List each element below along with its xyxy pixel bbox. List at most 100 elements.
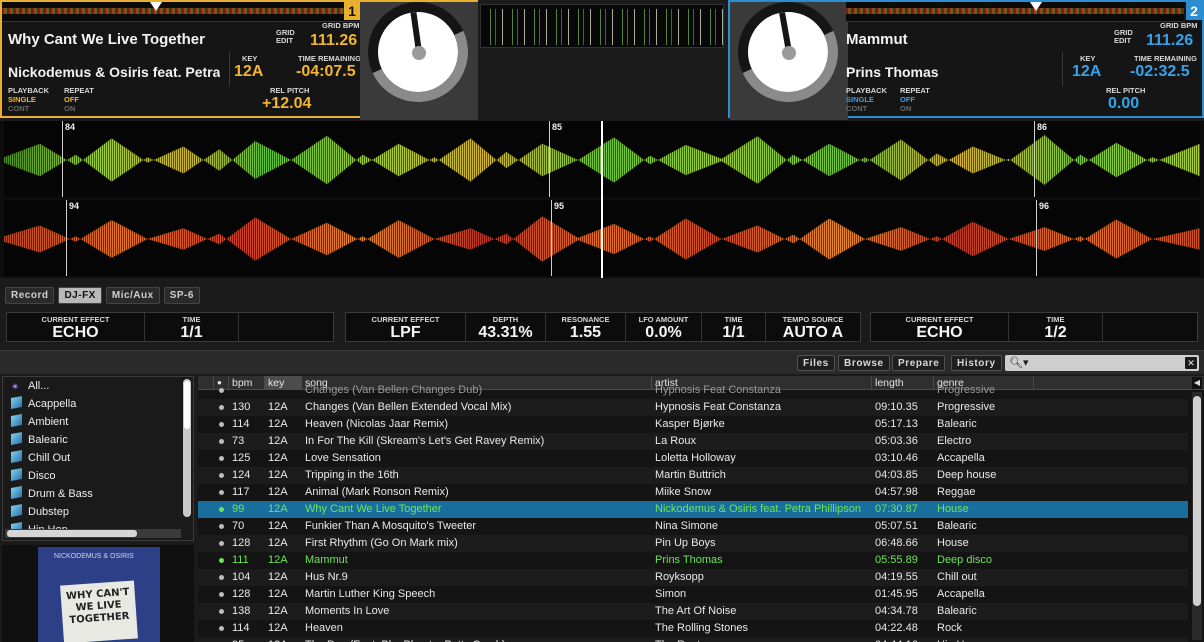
crate-icon xyxy=(11,486,22,499)
scroll-thumb[interactable] xyxy=(7,530,137,537)
crate-item[interactable]: Balearic xyxy=(3,431,193,449)
table-row[interactable]: 128 12A Martin Luther King Speech Simon 01:4… xyxy=(198,586,1188,603)
deck-left-platter[interactable] xyxy=(353,0,483,120)
tab-mic-aux[interactable]: Mic/Aux xyxy=(105,287,160,304)
repeat-on[interactable]: ON xyxy=(64,105,75,113)
cell-key: 12A xyxy=(268,469,288,481)
table-row[interactable]: 70 12A Funkier Than A Mosquito's Tweeter Ni… xyxy=(198,518,1188,535)
cell-length: 05:07.51 xyxy=(875,520,918,532)
playhead-marker-icon[interactable] xyxy=(150,2,162,11)
beat-line xyxy=(1034,121,1035,197)
crates-scrollbar[interactable] xyxy=(183,379,191,517)
repeat-off[interactable]: OFF xyxy=(900,96,915,104)
deck-right-platter[interactable] xyxy=(723,0,853,120)
crate-icon xyxy=(11,396,22,409)
cell-length: 04:34.78 xyxy=(875,605,918,617)
playback-label: PLAYBACK xyxy=(846,86,887,95)
playback-cont[interactable]: CONT xyxy=(8,105,29,113)
crate-label: Drum & Bass xyxy=(28,488,93,500)
playback-single[interactable]: SINGLE xyxy=(846,96,874,104)
crate-item[interactable]: Dubstep xyxy=(3,503,193,521)
playback-single[interactable]: SINGLE xyxy=(8,96,36,104)
crate-item[interactable]: Ambient xyxy=(3,413,193,431)
cell-song: First Rhythm (Go On Mark mix) xyxy=(305,537,458,549)
table-row[interactable]: 128 12A First Rhythm (Go On Mark mix) Pin U… xyxy=(198,535,1188,552)
scroll-thumb[interactable] xyxy=(1193,396,1201,606)
rel-pitch-label: REL PITCH xyxy=(270,86,310,95)
divider xyxy=(1062,52,1063,86)
crates-hscrollbar[interactable] xyxy=(5,529,181,538)
table-row[interactable]: 73 12A In For The Kill (Skream's Let's Get… xyxy=(198,433,1188,450)
table-row[interactable]: 111 12A Mammut Prins Thomas 05:55.89 Deep dis… xyxy=(198,552,1188,569)
tab-record[interactable]: Record xyxy=(5,287,55,304)
fx-time-knob[interactable]: TIME 1/2 xyxy=(1009,313,1103,341)
crate-item[interactable]: Chill Out xyxy=(3,449,193,467)
table-row-partial[interactable]: Changes (Van Bellen Changes Dub) Hypnosis… xyxy=(198,382,1188,399)
table-scrollbar[interactable] xyxy=(1192,392,1202,640)
beat-label: 84 xyxy=(65,122,76,132)
cell-length: 04:03.85 xyxy=(875,469,918,481)
fx-panel-center: CURRENT EFFECT LPF DEPTH 43.31% RESONANC… xyxy=(345,312,861,342)
search-input[interactable]: 🔍︎▾ ✕ xyxy=(1005,355,1199,371)
table-row[interactable]: 114 12A Heaven The Rolling Stones 04:22.48 Ro… xyxy=(198,620,1188,637)
fx-time-value: 1/1 xyxy=(180,324,203,341)
platter-hub xyxy=(782,46,796,60)
fx-effect-selector[interactable]: CURRENT EFFECT ECHO xyxy=(7,313,145,341)
table-row[interactable]: 104 12A Hus Nr.9 Royksopp 04:19.55 Chill out xyxy=(198,569,1188,586)
tab-dj-fx[interactable]: DJ-FX xyxy=(58,287,102,304)
cell-length: 07:30.87 xyxy=(875,503,918,515)
platter-icon[interactable] xyxy=(353,0,483,117)
scroll-arrow-icon[interactable]: ◀ xyxy=(1192,377,1202,389)
rel-pitch-value: 0.00 xyxy=(1108,95,1140,112)
table-row[interactable]: 124 12A Tripping in the 16th Martin Buttric… xyxy=(198,467,1188,484)
fx-time-knob[interactable]: TIME 1/1 xyxy=(702,313,766,341)
platter-icon[interactable] xyxy=(723,0,853,117)
crate-item[interactable]: Acappella xyxy=(3,395,193,413)
grid-edit-label-2[interactable]: EDIT xyxy=(276,37,293,45)
deck-left-overview-waveform[interactable] xyxy=(2,2,362,22)
fx-time-knob[interactable]: TIME 1/1 xyxy=(145,313,239,341)
playhead-marker-icon[interactable] xyxy=(1030,2,1042,11)
tab-sp-6[interactable]: SP-6 xyxy=(163,287,200,304)
cell-bpm: 111 xyxy=(232,554,249,566)
table-row-selected[interactable]: 99 12A Why Cant We Live Together Nickodemus… xyxy=(198,501,1188,518)
browse-button[interactable]: Browse xyxy=(838,355,890,371)
history-button[interactable]: History xyxy=(951,355,1002,371)
table-row[interactable]: 138 12A Moments In Love The Art Of Noise 04:… xyxy=(198,603,1188,620)
prepare-button[interactable]: Prepare xyxy=(892,355,946,371)
search-icon[interactable]: 🔍︎▾ xyxy=(1009,356,1029,369)
fx-tempo-source[interactable]: TEMPO SOURCE AUTO A xyxy=(766,313,860,342)
deck-right-overview-waveform[interactable] xyxy=(846,2,1184,22)
cell-song: Heaven xyxy=(305,622,343,634)
cell-genre: Deep disco xyxy=(937,554,993,566)
cell-bpm: 70 xyxy=(232,520,245,532)
fx-effect-selector[interactable]: CURRENT EFFECT ECHO xyxy=(871,313,1009,341)
center-beat-overview xyxy=(480,4,724,48)
repeat-off[interactable]: OFF xyxy=(64,96,79,104)
cell-key: 12A xyxy=(265,637,302,642)
table-row[interactable]: 114 12A Heaven (Nicolas Jaar Remix) Kasper … xyxy=(198,416,1188,433)
fx-panel-left: CURRENT EFFECT ECHO TIME 1/1 xyxy=(6,312,334,342)
crate-item[interactable]: Drum & Bass xyxy=(3,485,193,503)
table-row[interactable]: 117 12A Animal (Mark Ronson Remix) Miike Sn… xyxy=(198,484,1188,501)
deck-left: 1 Why Cant We Live Together Nickodemus &… xyxy=(0,0,483,120)
scroll-thumb[interactable] xyxy=(184,381,190,429)
deck-right: 2 Mammut Prins Thomas GRID EDIT GRID BPM… xyxy=(723,0,1204,120)
fx-effect-selector[interactable]: CURRENT EFFECT LPF xyxy=(346,313,466,341)
playback-cont[interactable]: CONT xyxy=(846,105,867,113)
files-button[interactable]: Files xyxy=(797,355,835,371)
grid-edit-label-2[interactable]: EDIT xyxy=(1114,37,1131,45)
table-row[interactable]: 9512AThe Day (Feat. Blu, Phonte, Patty C… xyxy=(198,637,1188,642)
table-row[interactable]: 125 12A Love Sensation Loletta Holloway 03:1… xyxy=(198,450,1188,467)
deck-number: 1 xyxy=(344,2,360,20)
crate-item-all[interactable]: ✴ All... xyxy=(3,377,193,395)
fx-resonance-knob[interactable]: RESONANCE 1.55 xyxy=(546,313,626,341)
main-waveform-area[interactable]: 84 85 86 94 95 96 xyxy=(0,121,1204,278)
repeat-on[interactable]: ON xyxy=(900,105,911,113)
fx-depth-knob[interactable]: DEPTH 43.31% xyxy=(466,313,546,341)
table-row[interactable]: 130 12A Changes (Van Bellen Extended Vocal… xyxy=(198,399,1188,416)
fx-lfo-knob[interactable]: LFO AMOUNT 0.0% xyxy=(626,313,702,341)
crate-item[interactable]: Disco xyxy=(3,467,193,485)
rel-pitch-value: +12.04 xyxy=(262,95,312,112)
close-icon[interactable]: ✕ xyxy=(1185,357,1197,369)
